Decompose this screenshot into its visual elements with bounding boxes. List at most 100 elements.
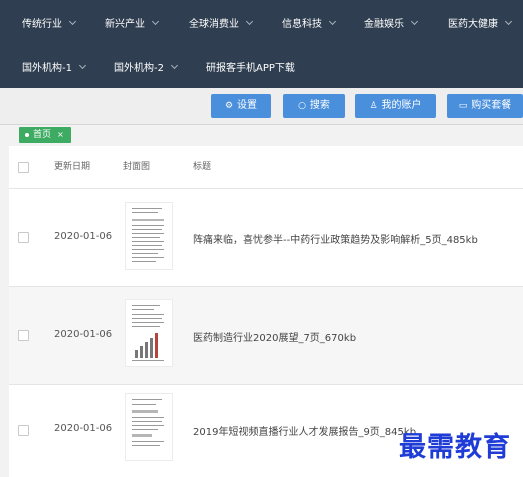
row-title-link[interactable]: 2019年短视频直播行业人才发展报告_9页_845kb: [193, 423, 416, 438]
nav-item-label: 金融娱乐: [364, 19, 404, 30]
cover-line: [132, 314, 164, 315]
cover-line: [132, 404, 156, 405]
cover-thumbnail[interactable]: [125, 393, 173, 461]
my-account-button[interactable]: ♙ 我的账户: [355, 94, 436, 118]
cover-line: [132, 425, 164, 426]
table-header: 更新日期 封面图 标题: [9, 146, 523, 189]
nav-item-label: 信息科技: [282, 19, 322, 30]
nav-item-finance[interactable]: 金融娱乐: [364, 0, 419, 44]
nav-item-it[interactable]: 信息科技: [282, 0, 337, 44]
chevron-down-icon: [328, 17, 337, 26]
tab-home-label: 首页: [33, 130, 52, 140]
cover-block: [132, 219, 164, 221]
top-navigation: 传统行业 新兴产业 全球消费业 信息科技 金融娱乐 医药大健康 国外机构-1 国…: [0, 0, 523, 88]
row-checkbox[interactable]: [18, 330, 29, 341]
row-title-link[interactable]: 阵痛来临，喜忧参半--中药行业政策趋势及影响解析_5页_485kb: [193, 231, 478, 246]
cover-line: [132, 249, 164, 250]
cover-line: [132, 257, 164, 258]
cover-chart-bar: [155, 333, 158, 358]
cover-line: [132, 208, 162, 209]
nav-item-label: 研报客手机APP下载: [206, 63, 295, 74]
user-icon: ♙: [369, 101, 378, 111]
shopping-bag-icon: ▭: [458, 101, 468, 111]
nav-row-secondary: 国外机构-1 国外机构-2 研报客手机APP下载: [0, 44, 523, 88]
cover-line: [132, 241, 164, 242]
chevron-down-icon: [78, 61, 87, 70]
cover-line: [132, 225, 164, 226]
chevron-down-icon: [151, 17, 160, 26]
cover-thumbnail[interactable]: [125, 202, 173, 270]
cover-thumbnail[interactable]: [125, 299, 173, 367]
tab-home[interactable]: 首页 ×: [19, 127, 71, 143]
nav-item-foreign-2[interactable]: 国外机构-2: [114, 44, 179, 88]
cover-line: [132, 445, 160, 446]
cover-line: [132, 322, 164, 323]
nav-item-app-download[interactable]: 研报客手机APP下载: [206, 44, 295, 88]
cover-line: [132, 318, 162, 319]
cover-line: [132, 417, 164, 418]
cover-chart-bar: [150, 338, 153, 358]
search-label: 搜索: [309, 100, 330, 111]
row-title-link[interactable]: 医药制造行业2020展望_7页_670kb: [193, 329, 356, 344]
nav-item-label: 医药大健康: [448, 19, 498, 30]
table-row[interactable]: 2020-01-06 阵痛来临，喜忧参半--中药行业政策趋势及影响解析_5页_4…: [9, 189, 523, 287]
settings-label: 设置: [237, 100, 258, 111]
cover-chart-bar: [145, 342, 148, 358]
tab-bar: 首页 ×: [0, 125, 523, 145]
chevron-down-icon: [410, 17, 419, 26]
header-title: 标题: [193, 162, 212, 172]
cover-line: [132, 305, 160, 306]
nav-item-emerging[interactable]: 新兴产业: [105, 0, 160, 44]
chevron-down-icon: [170, 61, 179, 70]
close-icon[interactable]: ×: [57, 127, 64, 143]
buy-label: 购买套餐: [471, 100, 512, 111]
nav-item-health[interactable]: 医药大健康: [448, 0, 513, 44]
chevron-down-icon: [504, 17, 513, 26]
cover-line: [132, 326, 160, 327]
nav-item-traditional[interactable]: 传统行业: [22, 0, 77, 44]
chevron-down-icon: [68, 17, 77, 26]
table-row[interactable]: 2020-01-06 医药制造行业2020展望_7页_670kb: [9, 287, 523, 385]
watermark-logo: 最需教育: [399, 432, 511, 463]
nav-item-label: 国外机构-2: [114, 63, 164, 74]
row-date: 2020-01-06: [54, 423, 113, 434]
cover-chart-bar: [135, 350, 138, 358]
settings-button[interactable]: ⚙ 设置: [211, 94, 271, 118]
nav-row-primary: 传统行业 新兴产业 全球消费业 信息科技 金融娱乐 医药大健康: [0, 0, 523, 44]
buy-package-button[interactable]: ▭ 购买套餐: [447, 94, 523, 118]
search-button[interactable]: ○ 搜索: [283, 94, 345, 118]
nav-item-label: 国外机构-1: [22, 63, 72, 74]
cover-line: [132, 253, 158, 254]
cover-line: [132, 245, 162, 246]
cover-line: [132, 421, 162, 422]
cover-line: [132, 399, 162, 400]
active-dot-icon: [25, 133, 29, 137]
toolbar: ⚙ 设置 ○ 搜索 ♙ 我的账户 ▭ 购买套餐: [0, 88, 523, 125]
search-icon: ○: [298, 101, 306, 111]
cover-line: [132, 309, 154, 310]
cover-chart-bar: [140, 346, 143, 358]
gear-icon: ⚙: [224, 101, 234, 111]
nav-item-foreign-1[interactable]: 国外机构-1: [22, 44, 87, 88]
nav-item-consumer[interactable]: 全球消费业: [189, 0, 254, 44]
select-all-checkbox[interactable]: [18, 162, 29, 173]
header-cover: 封面图: [123, 162, 151, 172]
row-checkbox[interactable]: [18, 232, 29, 243]
cover-block: [132, 410, 158, 413]
nav-item-label: 全球消费业: [189, 19, 239, 30]
cover-line: [132, 261, 156, 262]
cover-line: [132, 212, 158, 213]
header-date: 更新日期: [54, 162, 91, 172]
row-checkbox[interactable]: [18, 425, 29, 436]
row-date: 2020-01-06: [54, 231, 113, 242]
nav-item-label: 新兴产业: [105, 19, 145, 30]
nav-item-label: 传统行业: [22, 19, 62, 30]
row-date: 2020-01-06: [54, 329, 113, 340]
cover-line: [132, 360, 164, 361]
cover-line: [132, 441, 164, 442]
cover-line: [132, 237, 160, 238]
cover-line: [132, 233, 164, 234]
chevron-down-icon: [245, 17, 254, 26]
cover-line: [132, 429, 158, 430]
account-label: 我的账户: [381, 100, 422, 111]
